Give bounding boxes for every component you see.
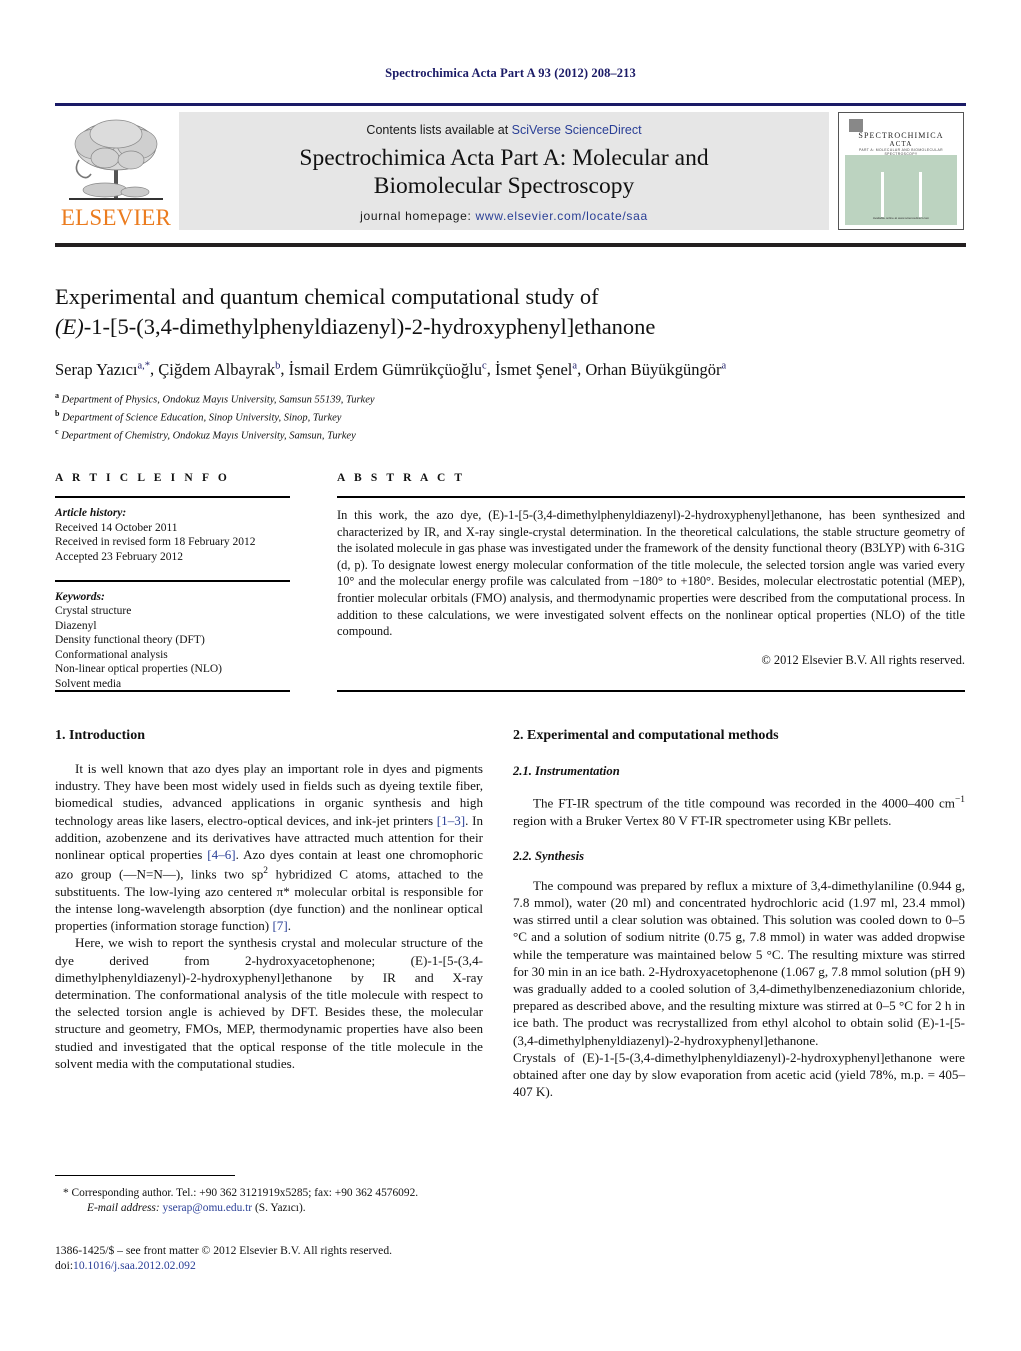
keyword-4: Non-linear optical properties (NLO)	[55, 663, 223, 676]
abstract-block: A B S T R A C T In this work, the azo dy…	[337, 472, 965, 668]
masthead-bottom-rule	[55, 243, 966, 247]
author-1: Serap Yazıcıa,*	[55, 359, 151, 379]
keywords-label: Keywords:	[55, 590, 105, 603]
keyword-1: Diazenyl	[55, 619, 97, 632]
email-note: E-mail address: yserap@omu.edu.tr (S. Ya…	[55, 1201, 505, 1216]
author-4: İsmet Şenela	[494, 359, 578, 379]
masthead-center: Contents lists available at SciVerse Sci…	[179, 112, 829, 230]
abstract-heading: A B S T R A C T	[337, 472, 466, 484]
doi-label: doi:	[55, 1259, 74, 1272]
section-heading-experimental: 2. Experimental and computational method…	[513, 728, 779, 743]
journal-cover-thumbnail: SPECTROCHIMICA ACTA PART A: MOLECULAR AN…	[838, 112, 964, 230]
article-info-rule-bottom	[55, 690, 290, 692]
history-item-2: Accepted 23 February 2012	[55, 550, 184, 563]
cover-title-line3: PART A: MOLECULAR AND BIOMOLECULAR SPECT…	[858, 148, 944, 156]
keyword-5: Solvent media	[55, 677, 122, 690]
journal-homepage-line: journal homepage: www.elsevier.com/locat…	[179, 209, 829, 223]
abstract-rule-bottom	[337, 690, 965, 692]
affiliation-c: c Department of Chemistry, Ondokuz Mayıs…	[55, 427, 356, 442]
elsevier-tree-icon	[69, 119, 163, 200]
cover-inner: SPECTROCHIMICA ACTA PART A: MOLECULAR AN…	[845, 117, 957, 225]
intro-paragraph-1: It is well known that azo dyes play an i…	[55, 761, 484, 934]
cover-bar-right	[919, 172, 922, 217]
synthesis-paragraph-2: Crystals of (E)-1-[5-(3,4-dimethylphenyl…	[513, 1049, 965, 1100]
article-info-rule-top	[55, 496, 290, 498]
body-column-right: 2. Experimental and computational method…	[513, 728, 965, 1100]
journal-title-line2: Biomolecular Spectroscopy	[373, 173, 635, 199]
email-label: E-mail address:	[87, 1201, 160, 1214]
title-line-1: Experimental and quantum chemical comput…	[55, 284, 599, 309]
running-head: Spectrochimica Acta Part A 93 (2012) 208…	[385, 66, 636, 80]
keyword-3: Conformational analysis	[55, 648, 168, 661]
email-link[interactable]: yserap@omu.edu.tr	[163, 1202, 253, 1214]
instrumentation-paragraph: The FT-IR spectrum of the title compound…	[513, 795, 965, 828]
contents-available-line: Contents lists available at SciVerse Sci…	[179, 123, 829, 137]
keyword-0: Crystal structure	[55, 605, 132, 618]
abstract-text: In this work, the azo dye, (E)-1-[5-(3,4…	[337, 508, 965, 639]
section-heading-introduction: 1. Introduction	[55, 728, 145, 743]
article-info-heading: A R T I C L E I N F O	[55, 472, 230, 484]
article-history: Article history: Received 14 October 201…	[55, 506, 290, 564]
keywords-block: Keywords: Crystal structure Diazenyl Den…	[55, 590, 290, 692]
author-5: Orhan Büyükgüngöra	[585, 359, 727, 379]
corresponding-author-note: * Corresponding author. Tel.: +90 362 31…	[63, 1187, 419, 1199]
cover-bar-left	[881, 172, 884, 217]
elsevier-wordmark: ELSEVIER	[60, 205, 172, 230]
abstract-copyright: © 2012 Elsevier B.V. All rights reserved…	[761, 652, 965, 667]
email-suffix: (S. Yazıcı).	[254, 1201, 306, 1214]
contents-prefix: Contents lists available at	[366, 123, 512, 137]
page-title: Experimental and quantum chemical comput…	[55, 282, 955, 342]
history-item-1: Received in revised form 18 February 201…	[55, 536, 256, 548]
affiliations: a Department of Physics, Ondokuz Mayıs U…	[55, 389, 655, 443]
citation-4-6[interactable]: [4–6]	[207, 847, 235, 862]
cover-title-line1: SPECTROCHIMICA	[858, 131, 944, 140]
front-matter-block: 1386-1425/$ – see front matter © 2012 El…	[55, 1243, 555, 1273]
subsection-heading-synthesis: 2.2. Synthesis	[513, 848, 585, 863]
article-info-block: A R T I C L E I N F O Article history: R…	[55, 472, 290, 691]
journal-homepage-link[interactable]: www.elsevier.com/locate/saa	[476, 209, 648, 223]
doi-line: doi:10.1016/j.saa.2012.02.092	[55, 1258, 555, 1273]
history-item-0: Received 14 October 2011	[55, 521, 178, 534]
article-history-label: Article history:	[55, 507, 127, 519]
homepage-prefix: journal homepage:	[360, 209, 476, 223]
footnote-rule	[55, 1175, 235, 1176]
author-2: Çiğdem Albayrakb	[158, 359, 281, 379]
footnote-block: * Corresponding author. Tel.: +90 362 31…	[55, 1186, 505, 1215]
sciencedirect-link[interactable]: SciVerse ScienceDirect	[512, 123, 642, 137]
subsection-heading-instrumentation: 2.1. Instrumentation	[513, 764, 620, 778]
abstract-rule-top	[337, 496, 965, 498]
masthead-inner: ELSEVIER Contents lists available at Sci…	[55, 110, 966, 234]
paper-page: Spectrochimica Acta Part A 93 (2012) 208…	[0, 0, 1021, 1351]
citation-7[interactable]: [7]	[272, 918, 287, 933]
journal-masthead: ELSEVIER Contents lists available at Sci…	[55, 103, 966, 231]
affiliation-b: b Department of Science Education, Sinop…	[55, 409, 342, 424]
citation-1-3[interactable]: [1–3]	[437, 813, 465, 828]
body-column-left: 1. Introduction It is well known that az…	[55, 728, 483, 1072]
intro-paragraph-2: Here, we wish to report the synthesis cr…	[55, 935, 483, 1071]
cover-footer-text: Available online at www.sciencedirect.co…	[872, 216, 930, 220]
author-3: İsmail Erdem Gümrükçüoğluc	[288, 359, 487, 379]
article-info-rule-mid	[55, 580, 290, 582]
author-list: Serap Yazıcıa,*, Çiğdem Albayrakb, İsmai…	[55, 359, 727, 379]
front-matter-line: 1386-1425/$ – see front matter © 2012 El…	[55, 1244, 393, 1257]
journal-title: Spectrochimica Acta Part A: Molecular an…	[179, 144, 829, 200]
cover-head: SPECTROCHIMICA ACTA PART A: MOLECULAR AN…	[845, 117, 957, 156]
affiliation-a: a Department of Physics, Ondokuz Mayıs U…	[55, 391, 375, 406]
title-line-2: (E)-1-[5-(3,4-dimethylphenyldiazenyl)-2-…	[55, 314, 656, 339]
journal-title-line1: Spectrochimica Acta Part A: Molecular an…	[299, 145, 709, 171]
elsevier-logo: ELSEVIER	[57, 112, 175, 232]
cover-title-line2: ACTA	[889, 140, 913, 148]
keyword-2: Density functional theory (DFT)	[55, 634, 205, 647]
synthesis-paragraph-1: The compound was prepared by reflux a mi…	[513, 877, 965, 1048]
doi-link[interactable]: 10.1016/j.saa.2012.02.092	[73, 1259, 196, 1272]
